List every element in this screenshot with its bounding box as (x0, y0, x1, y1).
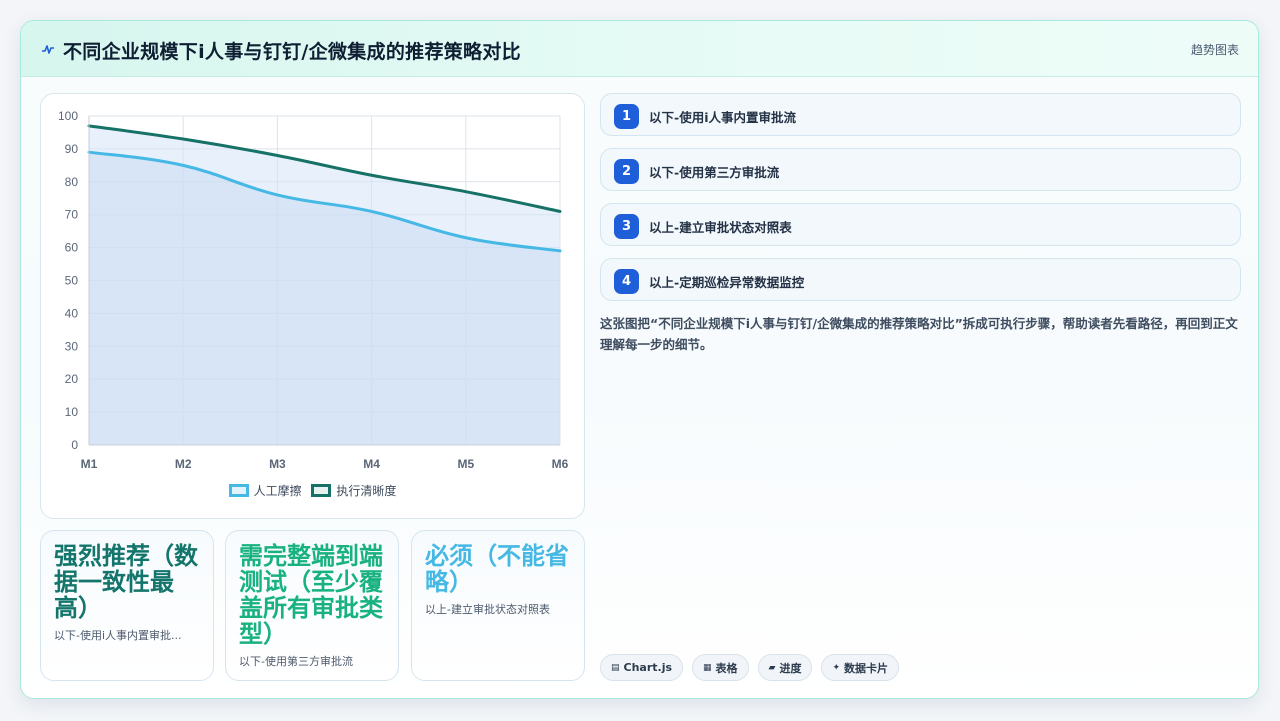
y-tick-label: 30 (65, 339, 79, 353)
table-icon: ▦ (703, 662, 712, 673)
data-point (465, 237, 467, 239)
y-tick-label: 70 (65, 208, 79, 222)
tech-chips: ▤ Chart.js ▦ 表格 ▰ 进度 ✦ 数据卡片 (600, 654, 908, 681)
data-point (465, 191, 467, 193)
progress-icon: ▰ (768, 662, 776, 673)
main-card: 不同企业规模下i人事与钉钉/企微集成的推荐策略对比 趋势图表 0 10 20 30 40… (20, 20, 1259, 699)
description-text: 这张图把“不同企业规模下i人事与钉钉/企微集成的推荐策略对比”拆成可执行步骤，帮… (600, 316, 1238, 352)
y-tick-label: 80 (65, 175, 79, 189)
y-tick-label: 50 (65, 274, 79, 288)
y-tick-label: 0 (71, 438, 78, 452)
kpi-label: 以上-建立审批状态对照表 (425, 603, 550, 616)
step-label: 以下-使用i人事内置审批流 (649, 110, 796, 125)
chip-progress[interactable]: ▰ 进度 (757, 654, 813, 681)
step-item[interactable]: 1 以下-使用i人事内置审批流 (600, 93, 1241, 136)
kpi-value: 强烈推荐（数据一致性最高） (54, 542, 198, 622)
y-tick-label: 90 (65, 142, 79, 156)
y-tick-label: 40 (65, 306, 79, 320)
sparkle-icon: ✦ (832, 662, 841, 673)
trend-chart: 0 10 20 30 40 50 60 70 80 90 100 M1 M2 M3 M4 M5 M6 人工摩擦 … (40, 93, 585, 519)
x-tick-label: M1 (81, 457, 98, 471)
data-point (371, 210, 373, 212)
kpi-value: 需完整端到端测试（至少覆盖所有审批类型） (239, 542, 383, 648)
chip-label: 进度 (779, 661, 802, 675)
step-item[interactable]: 2 以下-使用第三方审批流 (600, 148, 1241, 191)
data-point (559, 250, 561, 252)
y-tick-label: 20 (65, 372, 79, 386)
legend-item-a[interactable]: 人工摩擦 (228, 482, 302, 499)
legend-item-b[interactable]: 执行清晰度 (311, 482, 396, 499)
data-point (371, 174, 373, 176)
chart-svg: 0 10 20 30 40 50 60 70 80 90 100 M1 M2 M3 M4 M5 M6 (58, 109, 569, 471)
page-title: 不同企业规模下i人事与钉钉/企微集成的推荐策略对比 (63, 41, 521, 63)
x-tick-label: M4 (363, 457, 380, 471)
data-point (276, 194, 278, 196)
kpi-card-1: 强烈推荐（数据一致性最高） 以下-使用i人事内置审批... (40, 530, 214, 681)
data-point (559, 210, 561, 212)
y-tick-label: 60 (65, 241, 79, 255)
y-tick-label: 10 (65, 405, 79, 419)
legend-label-b: 执行清晰度 (336, 484, 397, 498)
pulse-icon (42, 45, 54, 54)
step-label: 以上-建立审批状态对照表 (649, 220, 792, 235)
x-tick-label: M5 (457, 457, 474, 471)
kpi-card-3: 必须（不能省略） 以上-建立审批状态对照表 (411, 530, 585, 681)
legend-swatch-a (228, 484, 249, 497)
step-label: 以下-使用第三方审批流 (649, 165, 780, 180)
chip-data-card[interactable]: ✦ 数据卡片 (821, 654, 900, 681)
chip-label: Chart.js (623, 661, 673, 674)
chart-legend: 人工摩擦 执行清晰度 (41, 482, 584, 500)
step-number: 4 (614, 269, 639, 294)
chart-icon: ▤ (611, 662, 620, 673)
header: 不同企业规模下i人事与钉钉/企微集成的推荐策略对比 趋势图表 (21, 21, 1258, 77)
y-tick-label: 100 (58, 109, 78, 123)
step-number: 2 (614, 159, 639, 184)
x-tick-label: M3 (269, 457, 286, 471)
x-tick-label: M6 (552, 457, 569, 471)
step-item[interactable]: 4 以上-定期巡检异常数据监控 (600, 258, 1241, 301)
data-point (182, 164, 184, 166)
kpi-value: 必须（不能省略） (425, 542, 569, 596)
kpi-label: 以下-使用第三方审批流 (239, 655, 353, 668)
kpi-label: 以下-使用i人事内置审批... (54, 629, 182, 642)
chip-label: 表格 (715, 661, 738, 675)
step-label: 以上-定期巡检异常数据监控 (649, 275, 805, 290)
chart-type-tag: 趋势图表 (1190, 43, 1239, 57)
x-tick-label: M2 (175, 457, 192, 471)
step-item[interactable]: 3 以上-建立审批状态对照表 (600, 203, 1241, 246)
step-number: 1 (614, 104, 639, 129)
data-point (276, 154, 278, 156)
chip-table[interactable]: ▦ 表格 (692, 654, 749, 681)
data-point (182, 138, 184, 140)
chip-chartjs[interactable]: ▤ Chart.js (600, 654, 684, 681)
legend-label-a: 人工摩擦 (253, 484, 302, 498)
step-number: 3 (614, 214, 639, 239)
legend-swatch-b (311, 484, 332, 497)
kpi-card-2: 需完整端到端测试（至少覆盖所有审批类型） 以下-使用第三方审批流 (225, 530, 399, 681)
chip-label: 数据卡片 (844, 661, 889, 675)
step-list: 1 以下-使用i人事内置审批流 2 以下-使用第三方审批流 3 以上-建立审批状… (600, 93, 1241, 313)
